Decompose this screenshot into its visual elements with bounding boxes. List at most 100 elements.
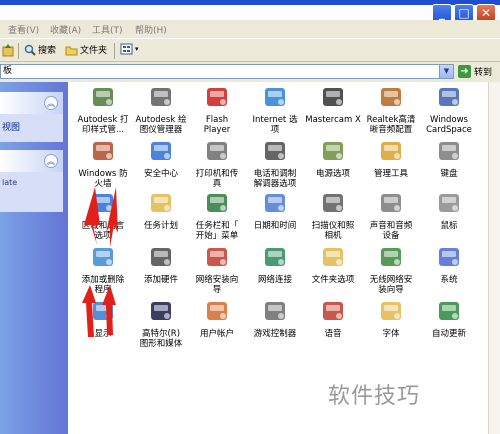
toolbar-separator	[18, 43, 19, 59]
control-panel-item-label: Realtek高清 晰音频配置	[366, 115, 416, 135]
control-panel-item[interactable]: Flash Player	[184, 84, 250, 135]
control-panel-item[interactable]: 系统	[416, 244, 482, 285]
cardspace-icon	[439, 88, 459, 106]
toolbar-separator	[114, 43, 115, 59]
control-panel-item[interactable]: Realtek高清 晰音频配置	[358, 84, 424, 135]
control-panel-item[interactable]: 扫描仪和照 相机	[300, 190, 366, 241]
up-folder-icon	[2, 44, 14, 57]
folders-button[interactable]: 文件夹	[65, 43, 107, 56]
control-panel-item-label: 网络安装向 导	[195, 275, 239, 295]
control-panel-item-label: 管理工具	[373, 169, 408, 179]
go-label: 转到	[474, 68, 493, 78]
task-pane: ︽ 视图 ︽ late	[0, 82, 68, 434]
windows-update-icon	[439, 302, 459, 320]
control-panel-item-label: Flash Player	[203, 115, 231, 135]
font-folder-icon	[381, 302, 401, 320]
address-input[interactable]: 板 ▼	[0, 64, 454, 79]
views-button[interactable]: ▾	[120, 43, 139, 55]
folders-label: 文件夹	[80, 46, 108, 56]
speaker-icon	[381, 88, 401, 106]
control-panel-item-label: 键盘	[440, 169, 458, 179]
control-panel-item[interactable]: 管理工具	[358, 138, 424, 179]
scrollbar[interactable]	[488, 82, 500, 434]
control-panel-item[interactable]: 游戏控制器	[242, 298, 308, 339]
control-panel-item-label: 鼠标	[440, 221, 458, 231]
shield-icon	[151, 142, 171, 160]
control-panel-item[interactable]: 任务栏和「 开始」菜单	[184, 190, 250, 241]
control-panel-item[interactable]: Windows CardSpace	[416, 84, 482, 135]
chevron-down-icon: ▾	[135, 45, 139, 53]
go-button[interactable]: ➜ 转到	[458, 65, 492, 78]
folder-options-icon	[323, 248, 343, 266]
control-panel-item-label: 打印机和传 真	[195, 169, 239, 189]
task-pane-header-2: ︽	[0, 150, 63, 172]
annotation-arrow-4	[102, 285, 116, 335]
control-panel-item[interactable]: 电话和调制 解调器选项	[242, 138, 308, 189]
control-panel-item[interactable]: Mastercam X	[300, 84, 366, 125]
control-panel-item[interactable]: 声音和音频 设备	[358, 190, 424, 241]
control-panel-item[interactable]: 键盘	[416, 138, 482, 179]
control-panel-item-label: 电源选项	[315, 169, 350, 179]
network-icon	[265, 248, 285, 266]
control-panel-item[interactable]: 打印机和传 真	[184, 138, 250, 189]
firewall-icon	[93, 142, 113, 160]
menu-bar: 查看(V) 收藏(A) 工具(T) 帮助(H)	[0, 20, 500, 38]
control-panel-item-label: Autodesk 打 印样式管...	[77, 115, 129, 135]
control-panel-item[interactable]: 文件夹选项	[300, 244, 366, 285]
control-panel-item[interactable]: Windows 防 火墙	[70, 138, 136, 189]
control-panel-item[interactable]: Autodesk 打 印样式管...	[70, 84, 136, 135]
go-arrow-icon: ➜	[458, 65, 471, 78]
up-folder-button[interactable]	[2, 43, 14, 57]
folder-icon	[65, 46, 78, 55]
control-panel-item[interactable]: 无线网络安 装向导	[358, 244, 424, 295]
menu-favorites[interactable]: 收藏(A)	[50, 23, 81, 36]
control-panel-item[interactable]: 语音	[300, 298, 366, 339]
menu-tools[interactable]: 工具(T)	[92, 23, 123, 36]
collapse-icon[interactable]: ︽	[44, 96, 58, 110]
annotation-arrow-1	[84, 187, 100, 245]
collapse-icon[interactable]: ︽	[44, 154, 58, 168]
control-panel-item[interactable]: 自动更新	[416, 298, 482, 339]
network-wizard-icon	[207, 248, 227, 266]
menu-view[interactable]: 查看(V)	[8, 23, 39, 36]
control-panel-item-label: 扫描仪和照 相机	[311, 221, 355, 241]
mastercam-icon	[323, 88, 343, 106]
control-panel-item[interactable]: 鼠标	[416, 190, 482, 231]
speech-icon	[323, 302, 343, 320]
printer-icon	[207, 142, 227, 160]
task-pane-body-1: 视图	[0, 114, 63, 142]
control-panel-item[interactable]: 网络安装向 导	[184, 244, 250, 295]
control-panel-item-label: 任务栏和「 开始」菜单	[195, 221, 239, 241]
control-panel-item-label: Internet 选 项	[252, 115, 298, 135]
control-panel-item[interactable]: 电源选项	[300, 138, 366, 179]
printer-style-icon	[93, 88, 113, 106]
address-dropdown-button[interactable]: ▼	[439, 65, 453, 78]
search-button[interactable]: 搜索	[24, 43, 56, 56]
internet-options-icon	[265, 88, 285, 106]
control-panel-item-label: Windows CardSpace	[426, 115, 472, 135]
control-panel-item[interactable]: 用户帐户	[184, 298, 250, 339]
control-panel-item[interactable]: Internet 选 项	[242, 84, 308, 135]
menu-help[interactable]: 帮助(H)	[135, 23, 167, 36]
control-panel-item[interactable]: 字体	[358, 298, 424, 339]
graphics-icon	[151, 302, 171, 320]
search-label: 搜索	[38, 46, 57, 56]
control-panel-item[interactable]: 网络连接	[242, 244, 308, 285]
search-icon	[24, 44, 36, 56]
mouse-icon	[439, 194, 459, 212]
annotation-arrow-2	[106, 187, 118, 247]
task-pane-body-2: late	[0, 172, 63, 212]
control-panel-item[interactable]: 日期和时间	[242, 190, 308, 231]
control-panel-item-label: 网络连接	[257, 275, 292, 285]
hardware-icon	[151, 248, 171, 266]
clock-icon	[265, 194, 285, 212]
sound-icon	[381, 194, 401, 212]
control-panel-item-label: 游戏控制器	[253, 329, 297, 339]
switch-view-link[interactable]: 视图	[2, 120, 20, 133]
admin-tools-icon	[381, 142, 401, 160]
annotation-arrows	[82, 187, 118, 337]
annotation-arrow-3	[82, 285, 96, 337]
plotter-icon	[151, 88, 171, 106]
keyboard-icon	[439, 142, 459, 160]
control-panel-item-label: Mastercam X	[305, 115, 361, 125]
